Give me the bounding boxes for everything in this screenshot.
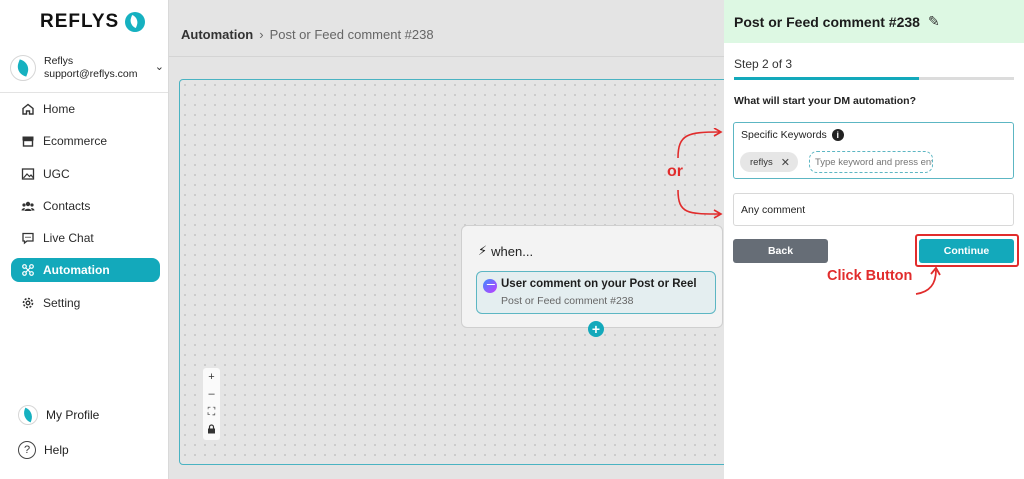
sidebar-item-label: Contacts [43,198,91,213]
brand-logo[interactable]: REFLYS [40,11,146,33]
store-icon [21,134,35,148]
or-annotation: or [667,163,683,180]
step-progress-fill [734,77,919,80]
trigger-card[interactable]: User comment on your Post or Reel Post o… [476,271,716,314]
step-indicator: Step 2 of 3 [734,57,793,71]
trigger-title: User comment on your Post or Reel [501,278,697,290]
fit-view-icon[interactable]: ⛶ [208,406,216,419]
automation-panel: Post or Feed comment #238 ✎ Step 2 of 3 … [724,0,1024,479]
zoom-in-icon[interactable]: + [208,371,214,383]
gear-icon [21,296,35,310]
sidebar: REFLYS Reflys support@reflys.com ⌄ Home … [0,0,169,479]
keyword-chip: reflys ✕ [740,152,798,172]
panel-title: Post or Feed comment #238 [734,13,920,30]
account-email: support@reflys.com [44,68,138,80]
close-icon[interactable]: ✕ [781,156,790,169]
sidebar-item-label: Home [43,102,76,116]
account-switcher[interactable]: Reflys support@reflys.com ⌄ [10,50,168,86]
trigger-question: What will start your DM automation? [734,95,917,107]
step-progress-bar [734,77,1014,80]
automation-icon [21,263,35,277]
specific-keywords-option[interactable]: Specific Keywords i reflys ✕ [733,122,1014,179]
my-profile-label: My Profile [46,408,100,422]
sidebar-item-setting[interactable]: Setting [11,291,160,315]
brand-name: REFLYS [40,11,120,32]
brand-mark-icon [125,12,146,32]
sidebar-item-automation[interactable]: Automation [11,258,160,283]
specific-keywords-label: Specific Keywords [741,129,827,141]
lock-icon[interactable] [207,424,216,437]
help-label: Help [44,443,69,457]
sidebar-item-ugc[interactable]: UGC [11,162,160,186]
profile-avatar [18,405,38,425]
sidebar-item-ecommerce[interactable]: Ecommerce [11,129,160,153]
sidebar-item-contacts[interactable]: Contacts [11,194,160,218]
sidebar-item-label: Live Chat [43,231,94,246]
back-button[interactable]: Back [733,239,828,263]
sidebar-item-label: Automation [43,263,110,278]
header-divider [169,56,724,57]
zoom-out-icon[interactable]: – [208,388,214,400]
sidebar-item-live-chat[interactable]: Live Chat [11,226,160,250]
chevron-down-icon[interactable]: ⌄ [155,60,164,73]
home-icon [21,102,35,116]
trigger-subtitle: Post or Feed comment #238 [501,295,634,307]
sidebar-divider [0,92,168,93]
lightning-icon: ⚡︎ [478,243,488,258]
breadcrumb-root[interactable]: Automation [181,27,253,42]
trigger-node[interactable]: ⚡︎ when... User comment on your Post or … [461,225,723,328]
breadcrumb-current: Post or Feed comment #238 [269,27,434,42]
account-avatar [10,55,36,81]
account-name: Reflys [44,55,74,67]
image-icon [21,167,35,181]
help-icon: ? [18,441,36,459]
sidebar-item-label: UGC [43,166,70,181]
any-comment-option[interactable]: Any comment [733,193,1014,226]
click-arrow [915,266,941,295]
keyword-input[interactable] [809,151,933,173]
any-comment-label: Any comment [741,204,806,216]
sidebar-item-label: Ecommerce [43,134,108,149]
my-profile-link[interactable]: My Profile [18,405,99,425]
chat-icon [21,231,35,245]
keyword-chip-label: reflys [750,156,773,168]
breadcrumb: Automation › Post or Feed comment #238 [181,27,434,42]
when-label: when... [491,243,534,259]
add-step-plus-icon[interactable]: + [588,321,604,337]
info-icon[interactable]: i [831,129,844,141]
chevron-right-icon: › [259,27,264,42]
pencil-icon[interactable]: ✎ [928,13,940,30]
messenger-icon [483,279,497,293]
users-icon [21,199,35,213]
zoom-controls: + – ⛶ [203,368,220,440]
sidebar-nav: Home Ecommerce UGC Contacts Live Chat Au… [11,97,160,323]
panel-header: Post or Feed comment #238 ✎ [724,0,1024,43]
sidebar-item-home[interactable]: Home [11,97,160,121]
help-link[interactable]: ? Help [18,441,69,459]
sidebar-item-label: Setting [43,295,81,310]
